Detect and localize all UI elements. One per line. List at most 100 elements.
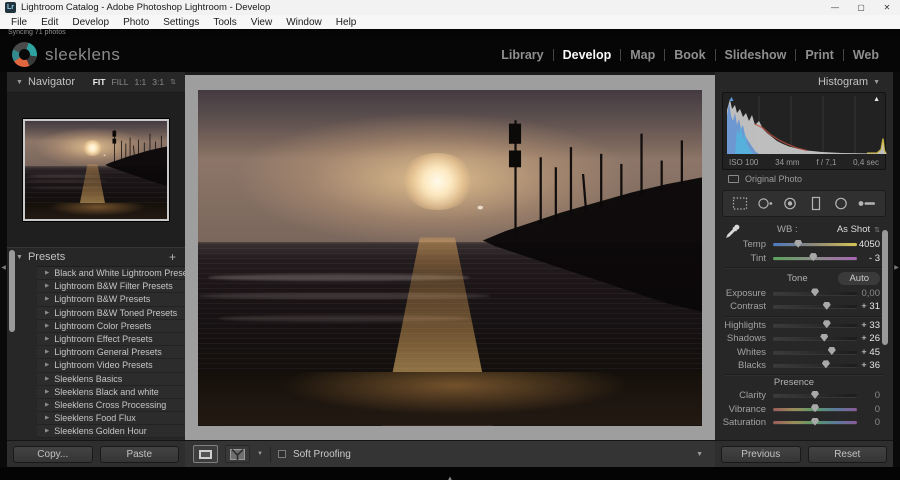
module-library[interactable]: Library <box>492 48 552 62</box>
menu-view[interactable]: View <box>244 17 280 28</box>
preset-disclosure-icon[interactable]: ▶ <box>45 323 49 329</box>
auto-tone-button[interactable]: Auto <box>838 272 880 285</box>
preset-disclosure-icon[interactable]: ▶ <box>45 270 49 276</box>
histogram-display[interactable]: ▲ ▲ ISO 100 34 mm f / 7,1 0,4 sec <box>722 92 886 170</box>
module-develop[interactable]: Develop <box>554 48 621 62</box>
radial-filter-tool-icon[interactable] <box>831 195 851 212</box>
preset-folder-item[interactable]: ▶Lightroom Effect Presets <box>37 333 185 346</box>
white-balance-eyedropper-icon[interactable] <box>724 223 741 240</box>
zoom-option-fit[interactable]: FIT <box>93 77 106 87</box>
loupe-view-button[interactable] <box>193 445 218 463</box>
reset-button[interactable]: Reset <box>808 446 888 463</box>
vibrance-value[interactable]: 0 <box>857 404 893 415</box>
module-book[interactable]: Book <box>665 48 714 62</box>
original-photo-toggle[interactable]: Original Photo <box>715 170 893 187</box>
preset-disclosure-icon[interactable]: ▶ <box>45 336 49 342</box>
vibrance-slider-thumb[interactable] <box>811 404 819 412</box>
contrast-slider-track[interactable] <box>773 305 857 308</box>
paste-button[interactable]: Paste <box>100 446 180 463</box>
photo-preview[interactable] <box>198 90 702 426</box>
preset-disclosure-icon[interactable]: ▶ <box>45 389 49 395</box>
close-button[interactable]: ✕ <box>874 0 900 15</box>
adjustment-brush-tool-icon[interactable] <box>856 195 878 212</box>
temp-slider-thumb[interactable] <box>794 240 802 248</box>
left-panel-collapse-arrow-icon[interactable]: ◀ <box>0 264 7 271</box>
tint-slider-track[interactable] <box>773 257 857 260</box>
menu-develop[interactable]: Develop <box>65 17 116 28</box>
crop-overlay-tool-icon[interactable] <box>730 195 750 212</box>
preset-disclosure-icon[interactable]: ▶ <box>45 310 49 316</box>
filmstrip-collapse-arrow-icon[interactable]: ▲ <box>447 476 453 480</box>
right-panel-collapse-arrow-icon[interactable]: ▶ <box>893 264 900 271</box>
menu-photo[interactable]: Photo <box>116 17 156 28</box>
highlights-slider-track[interactable] <box>773 324 857 327</box>
preset-folder-item[interactable]: ▶Lightroom B&W Filter Presets <box>37 280 185 293</box>
preset-disclosure-icon[interactable]: ▶ <box>45 349 49 355</box>
copy-button[interactable]: Copy... <box>13 446 93 463</box>
whites-slider-thumb[interactable] <box>828 347 836 355</box>
presets-disclosure-icon[interactable]: ▼ <box>16 254 23 261</box>
highlights-slider-thumb[interactable] <box>823 320 831 328</box>
vibrance-slider-track[interactable] <box>773 408 857 411</box>
maximize-button[interactable]: ▢ <box>848 0 874 15</box>
blacks-slider-track[interactable] <box>773 364 857 367</box>
preset-folder-item[interactable]: ▶Lightroom Video Presets <box>37 359 185 372</box>
preset-folder-item[interactable]: ▶Sleeklens Cross Processing <box>37 399 185 412</box>
right-panel-scrollbar[interactable] <box>882 230 888 345</box>
preset-folder-item[interactable]: ▶Lightroom General Presets <box>37 346 185 359</box>
menu-help[interactable]: Help <box>329 17 364 28</box>
left-panel-scrollbar[interactable] <box>9 250 15 332</box>
saturation-slider-track[interactable] <box>773 421 857 424</box>
preset-disclosure-icon[interactable]: ▶ <box>45 376 49 382</box>
previous-button[interactable]: Previous <box>721 446 801 463</box>
preset-disclosure-icon[interactable]: ▶ <box>45 415 49 421</box>
preset-folder-item[interactable]: ▶Lightroom Color Presets <box>37 320 185 333</box>
right-panel-edge[interactable]: ▶ <box>893 72 900 467</box>
saturation-slider-thumb[interactable] <box>811 418 819 426</box>
blacks-value[interactable]: + 36 <box>857 360 893 371</box>
shadow-clipping-indicator-icon[interactable]: ▲ <box>728 96 735 104</box>
zoom-option-1-1[interactable]: 1:1 <box>134 77 146 87</box>
red-eye-tool-icon[interactable] <box>780 195 800 212</box>
blacks-slider-thumb[interactable] <box>822 360 830 368</box>
histogram-header[interactable]: Histogram ▼ <box>715 72 893 92</box>
preset-folder-item[interactable]: ▶Lightroom B&W Presets <box>37 293 185 306</box>
minimize-button[interactable]: — <box>822 0 848 15</box>
clarity-slider-track[interactable] <box>773 394 857 397</box>
presets-header[interactable]: ▼ Presets + <box>7 248 185 266</box>
exposure-slider-thumb[interactable] <box>811 288 819 296</box>
zoom-option-fill[interactable]: FILL <box>111 77 128 87</box>
preset-folder-item[interactable]: ▶Black and White Lightroom Presets <box>37 267 185 280</box>
preset-disclosure-icon[interactable]: ▶ <box>45 362 49 368</box>
graduated-filter-tool-icon[interactable] <box>806 195 826 212</box>
menu-file[interactable]: File <box>4 17 34 28</box>
module-web[interactable]: Web <box>844 48 888 62</box>
preset-disclosure-icon[interactable]: ▶ <box>45 283 49 289</box>
zoom-ratio-stepper-icon[interactable]: ⇅ <box>170 78 176 86</box>
clarity-slider-thumb[interactable] <box>811 391 819 399</box>
navigator-disclosure-icon[interactable]: ▼ <box>16 79 23 86</box>
preset-disclosure-icon[interactable]: ▶ <box>45 402 49 408</box>
menu-tools[interactable]: Tools <box>206 17 243 28</box>
module-print[interactable]: Print <box>796 48 842 62</box>
menu-window[interactable]: Window <box>279 17 329 28</box>
whites-value[interactable]: + 45 <box>857 347 893 358</box>
navigator-thumbnail[interactable] <box>23 119 169 221</box>
contrast-slider-thumb[interactable] <box>823 302 831 310</box>
clarity-value[interactable]: 0 <box>857 390 893 401</box>
tint-slider-thumb[interactable] <box>809 253 817 261</box>
left-panel-edge[interactable]: ◀ <box>0 72 7 467</box>
module-map[interactable]: Map <box>621 48 664 62</box>
preset-disclosure-icon[interactable]: ▶ <box>45 296 49 302</box>
highlight-clipping-indicator-icon[interactable]: ▲ <box>873 96 880 104</box>
navigator-header[interactable]: ▼ Navigator FIT FILL 1:1 3:1 ⇅ <box>7 72 185 92</box>
menu-edit[interactable]: Edit <box>34 17 65 28</box>
create-preset-plus-icon[interactable]: + <box>169 250 176 264</box>
saturation-value[interactable]: 0 <box>857 417 893 428</box>
preset-folder-item[interactable]: ▶Sleeklens Golden Hour <box>37 425 185 438</box>
view-mode-caret-icon[interactable]: ▼ <box>257 451 263 457</box>
soft-proofing-checkbox[interactable] <box>278 450 286 458</box>
whites-slider-track[interactable] <box>773 351 857 354</box>
histogram-disclosure-icon[interactable]: ▼ <box>873 79 880 86</box>
filmstrip-collapsed-bar[interactable]: ▲ <box>0 467 900 480</box>
